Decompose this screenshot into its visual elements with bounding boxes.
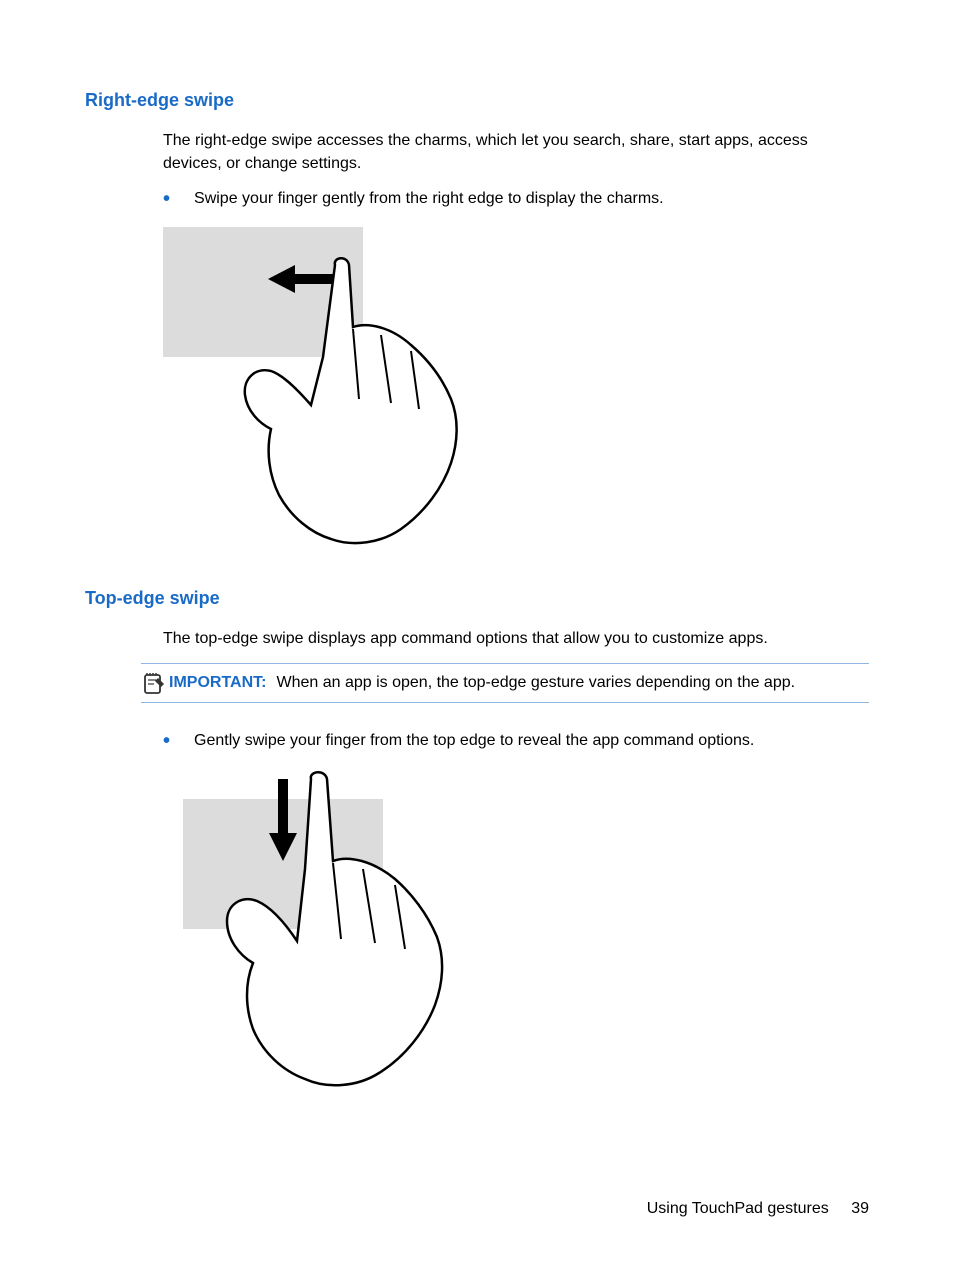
heading-right-edge-swipe: Right-edge swipe bbox=[85, 90, 869, 111]
bullet-icon: • bbox=[163, 187, 170, 211]
page-footer: Using TouchPad gestures 39 bbox=[647, 1200, 869, 1218]
bullet-row-2: • Gently swipe your finger from the top … bbox=[163, 729, 869, 753]
bullet-icon: • bbox=[163, 729, 170, 753]
heading-top-edge-swipe: Top-edge swipe bbox=[85, 588, 869, 609]
bullet-text-1: Swipe your finger gently from the right … bbox=[194, 187, 664, 210]
footer-title: Using TouchPad gestures bbox=[647, 1200, 829, 1217]
page-content: Right-edge swipe The right-edge swipe ac… bbox=[0, 0, 954, 1190]
bullet-text-2: Gently swipe your finger from the top ed… bbox=[194, 729, 754, 752]
important-note: IMPORTANT: When an app is open, the top-… bbox=[141, 663, 869, 703]
illustration-top-edge-swipe bbox=[163, 769, 869, 1094]
illustration-right-edge-swipe bbox=[163, 227, 869, 552]
bullet-row-1: • Swipe your finger gently from the righ… bbox=[163, 187, 869, 211]
intro-text-2: The top-edge swipe displays app command … bbox=[163, 627, 869, 650]
note-text: When an app is open, the top-edge gestur… bbox=[276, 674, 795, 692]
intro-text-1: The right-edge swipe accesses the charms… bbox=[163, 129, 869, 175]
footer-page-number: 39 bbox=[851, 1200, 869, 1217]
note-icon bbox=[141, 670, 167, 696]
note-label: IMPORTANT: bbox=[169, 674, 266, 692]
